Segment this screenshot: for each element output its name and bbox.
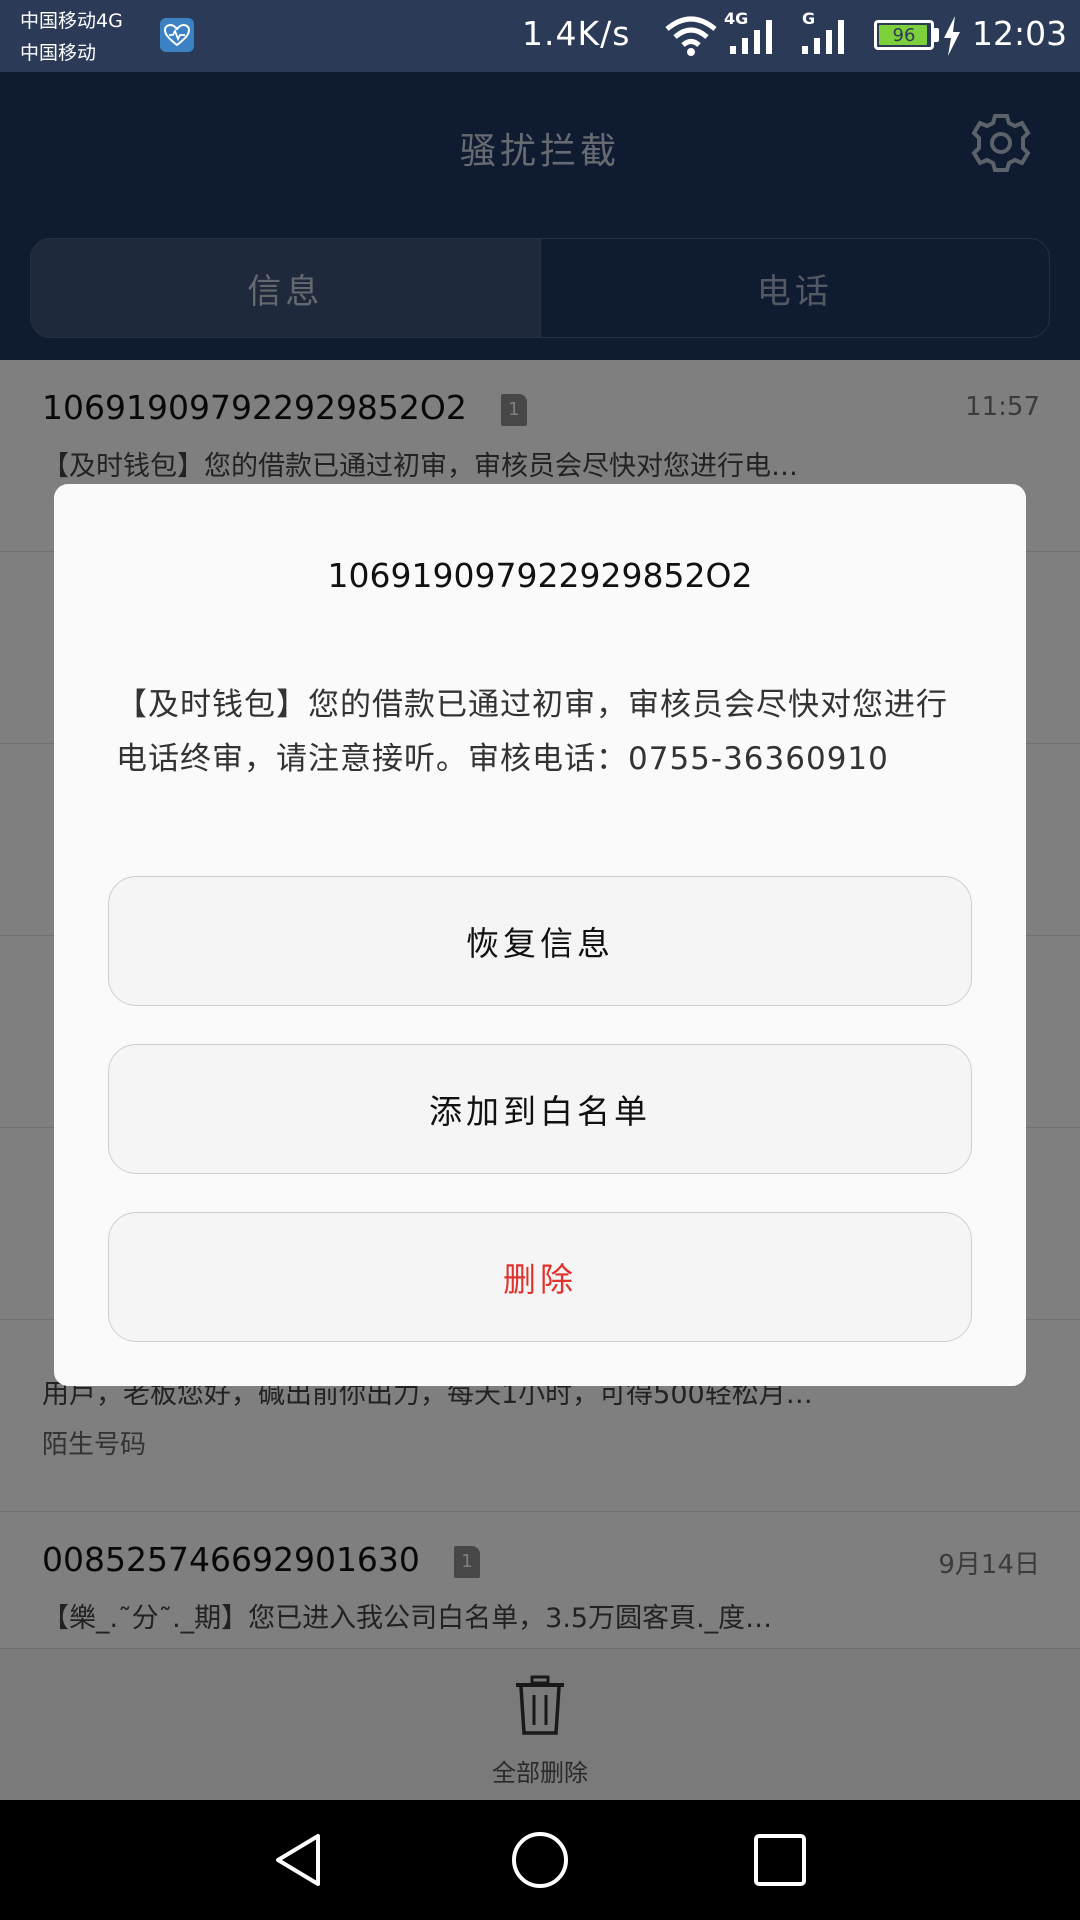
home-circle-icon[interactable] (510, 1830, 570, 1890)
wifi-icon (664, 14, 718, 62)
recent-square-icon[interactable] (750, 1830, 810, 1890)
dialog-sender: 106919097922929852O2 (327, 556, 753, 595)
signal-g-label: G (802, 10, 815, 28)
health-app-icon (160, 18, 194, 52)
dialog-message: 【及时钱包】您的借款已通过初审，审核员会尽快对您进行电话终审，请注意接听。审核电… (116, 687, 948, 777)
delete-button[interactable]: 删除 (108, 1212, 972, 1342)
system-nav-bar (0, 1800, 1080, 1920)
status-bar: 中国移动4G 中国移动 1.4K/s 4G G 96 12:03 (0, 0, 1080, 72)
add-to-whitelist-button[interactable]: 添加到白名单 (108, 1044, 972, 1174)
signal-g-icon: G (800, 9, 856, 62)
signal-4g-icon: 4G (724, 9, 780, 62)
battery-icon: 96 (874, 20, 934, 50)
message-action-dialog: 106919097922929852O2 【及时钱包】您的借款已通过初审，审核员… (54, 484, 1026, 1386)
carrier-1: 中国移动4G (20, 10, 123, 32)
charging-icon (942, 16, 962, 60)
battery-level: 96 (892, 24, 916, 46)
restore-message-button[interactable]: 恢复信息 (108, 876, 972, 1006)
back-triangle-icon[interactable] (270, 1830, 330, 1890)
signal-4g-label: 4G (724, 10, 748, 28)
clock: 12:03 (972, 14, 1068, 53)
carrier-2: 中国移动 (20, 42, 97, 64)
net-speed: 1.4K/s (522, 14, 631, 53)
battery-tip (934, 28, 939, 42)
